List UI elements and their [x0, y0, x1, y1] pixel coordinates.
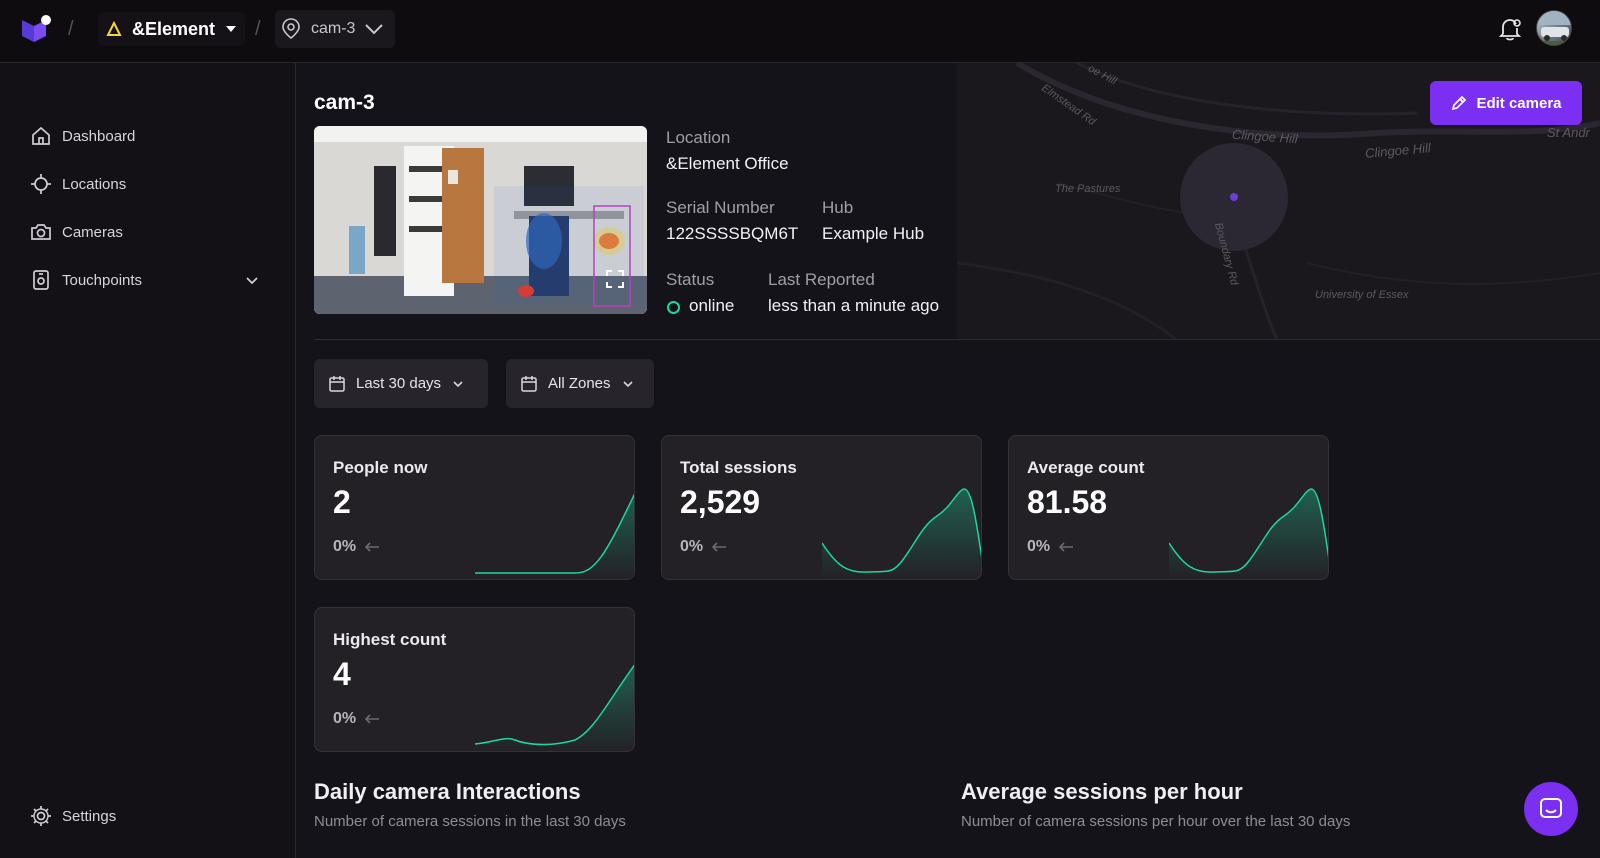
- stat-title: Highest count: [333, 630, 447, 649]
- home-icon: [32, 126, 50, 145]
- sidebar: Dashboard Locations Cameras Touchpoints: [0, 63, 296, 858]
- stat-change: 0%: [1027, 538, 1074, 556]
- pencil-icon: [1452, 95, 1467, 111]
- edit-camera-label: Edit camera: [1476, 94, 1562, 112]
- app-logo-icon[interactable]: [20, 14, 52, 44]
- org-logo-icon: [106, 21, 122, 36]
- calendar-icon: [329, 375, 345, 392]
- daily-interactions-title: Daily camera Interactions: [314, 779, 581, 804]
- camera-feed-image: [314, 126, 647, 314]
- crosshair-icon: [31, 174, 51, 194]
- breadcrumb-separator: /: [68, 18, 74, 40]
- zones-filter[interactable]: All Zones: [506, 359, 654, 408]
- arrow-left-icon: [364, 714, 380, 724]
- stat-title: Total sessions: [680, 458, 797, 477]
- sidebar-item-label: Locations: [62, 175, 127, 193]
- sidebar-item-label: Dashboard: [62, 127, 136, 145]
- chat-support-button[interactable]: [1524, 782, 1578, 836]
- sidebar-item-locations[interactable]: Locations: [30, 173, 126, 195]
- hub-label: Hub: [822, 198, 854, 217]
- chevron-down-icon: [453, 380, 463, 387]
- org-name: &Element: [132, 18, 216, 39]
- sparkline-chart: [1169, 488, 1328, 579]
- map-label: St Andr: [1547, 125, 1590, 140]
- sparkline-chart: [475, 493, 634, 579]
- caret-down-icon: [226, 26, 237, 32]
- hourly-sessions-subtitle: Number of camera sessions per hour over …: [961, 813, 1351, 830]
- map-label: The Pastures: [1055, 183, 1121, 195]
- stat-title: People now: [333, 458, 428, 477]
- notification-bell-icon[interactable]: [1496, 15, 1524, 43]
- stat-change-value: 0%: [333, 538, 357, 555]
- serial-number-label: Serial Number: [666, 198, 775, 217]
- arrow-left-icon: [711, 542, 727, 552]
- arrow-left-icon: [1058, 542, 1074, 552]
- calendar-icon: [521, 375, 537, 392]
- touchpoint-icon: [33, 270, 49, 290]
- status-label: Status: [666, 270, 715, 289]
- stat-change-value: 0%: [680, 538, 704, 555]
- status-value: online: [689, 296, 735, 315]
- stat-value: 2: [333, 484, 351, 520]
- settings-label: Settings: [62, 807, 117, 825]
- section-divider: [314, 339, 1600, 340]
- stat-change: 0%: [333, 710, 380, 728]
- hourly-sessions-title: Average sessions per hour: [961, 779, 1243, 804]
- camera-switcher[interactable]: cam-3: [275, 10, 395, 48]
- chevron-down-icon: [365, 24, 384, 35]
- chat-icon: [1540, 798, 1562, 818]
- gear-icon: [31, 806, 51, 826]
- sidebar-item-touchpoints[interactable]: Touchpoints: [30, 269, 142, 291]
- camera-thumbnail[interactable]: [314, 126, 647, 314]
- zones-label: All Zones: [548, 375, 611, 392]
- stat-card-highest-count[interactable]: Highest count 4 0%: [314, 607, 635, 752]
- main-content: Elmstead Rd oe Hill Clingoe Hill Clingoe…: [297, 63, 1600, 858]
- location-value: &Element Office: [666, 154, 789, 173]
- location-label: Location: [666, 128, 731, 147]
- last-reported-label: Last Reported: [768, 270, 875, 289]
- sidebar-item-dashboard[interactable]: Dashboard: [30, 125, 135, 147]
- sidebar-item-label: Cameras: [62, 223, 123, 241]
- chevron-down-icon: [622, 380, 633, 387]
- page-title: cam-3: [314, 91, 375, 114]
- camera-icon: [31, 224, 51, 240]
- map-label: University of Essex: [1315, 289, 1409, 301]
- breadcrumb-separator: /: [255, 18, 261, 40]
- stat-change: 0%: [680, 538, 727, 556]
- sidebar-item-cameras[interactable]: Cameras: [30, 221, 123, 243]
- chevron-down-icon[interactable]: [244, 273, 260, 289]
- arrow-left-icon: [364, 542, 380, 552]
- sparkline-chart: [822, 488, 981, 579]
- stat-change: 0%: [333, 538, 380, 556]
- location-pin-icon: [282, 18, 300, 40]
- serial-number-value: 122SSSSBQM6T: [666, 224, 799, 243]
- stat-title: Average count: [1027, 458, 1145, 477]
- sparkline-chart: [475, 664, 634, 751]
- camera-name: cam-3: [311, 20, 356, 37]
- org-switcher[interactable]: &Element: [98, 12, 246, 46]
- fullscreen-icon[interactable]: [606, 270, 624, 288]
- hub-value: Example Hub: [822, 224, 925, 243]
- date-range-filter[interactable]: Last 30 days: [314, 359, 488, 408]
- sidebar-item-label: Touchpoints: [62, 271, 143, 289]
- stat-change-value: 0%: [1027, 538, 1051, 555]
- stat-value: 81.58: [1027, 484, 1108, 520]
- last-reported-value: less than a minute ago: [768, 296, 940, 315]
- stat-value: 4: [333, 656, 351, 692]
- stat-card-people-now[interactable]: People now 2 0%: [314, 435, 635, 580]
- stat-value: 2,529: [680, 484, 761, 520]
- edit-camera-button[interactable]: Edit camera: [1430, 81, 1582, 125]
- stat-card-total-sessions[interactable]: Total sessions 2,529 0%: [661, 435, 982, 580]
- stat-change-value: 0%: [333, 710, 357, 727]
- stat-card-average-count[interactable]: Average count 81.58 0%: [1008, 435, 1329, 580]
- status-indicator-icon: [667, 301, 680, 314]
- top-bar: / &Element / cam-3: [0, 0, 1600, 63]
- daily-interactions-subtitle: Number of camera sessions in the last 30…: [314, 813, 626, 830]
- date-range-label: Last 30 days: [356, 375, 442, 392]
- user-avatar[interactable]: [1536, 10, 1572, 46]
- sidebar-item-settings[interactable]: Settings: [30, 805, 116, 827]
